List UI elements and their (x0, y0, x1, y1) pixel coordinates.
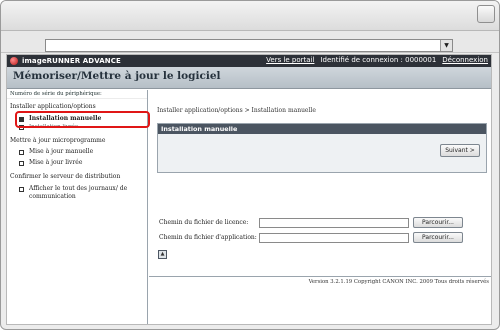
browser-window: ▼ imageRUNNER ADVANCE Vers le portail Id… (0, 0, 500, 330)
sidebar-item-label: Installation manuelle (29, 115, 102, 122)
next-button[interactable]: Suivant > (440, 144, 480, 157)
sidebar-section-distribution: Confirmer le serveur de distribution (10, 173, 121, 180)
device-serial-label: Numéro de série du périphérique: (7, 90, 147, 99)
app-path-label: Chemin du fichier d'application: (159, 234, 257, 241)
sidebar-item-delivered-install[interactable]: Installation livrée (7, 123, 147, 131)
breadcrumb: Installer application/options > Installa… (157, 107, 316, 114)
sidebar-item-delivered-update[interactable]: Mise à jour livrée (7, 159, 147, 167)
topbar-links: Vers le portail Identifié de connexion :… (266, 56, 488, 64)
sidebar-item-label: Mise à jour livrée (29, 159, 83, 166)
login-id: Identifié de connexion : 0000001 (320, 56, 437, 64)
square-bullet-icon (19, 149, 24, 155)
square-bullet-icon (19, 124, 24, 130)
back-to-top-icon[interactable]: ▲ (158, 250, 167, 259)
footer-copyright: Version 3.2.1.19 Copyright CANON INC. 20… (149, 276, 491, 285)
sidebar-item-manual-install[interactable]: Installation manuelle (7, 115, 147, 123)
page-title: Mémoriser/Mettre à jour le logiciel (13, 70, 221, 82)
square-bullet-icon (19, 160, 24, 166)
top-navigation-bar: imageRUNNER ADVANCE Vers le portail Iden… (7, 55, 491, 67)
sidebar-item-manual-update[interactable]: Mise à jour manuelle (7, 148, 147, 156)
license-browse-button[interactable]: Parcourir... (413, 217, 463, 228)
panel-title: Installation manuelle (158, 124, 486, 134)
app-browse-button[interactable]: Parcourir... (413, 232, 463, 243)
page-header: Mémoriser/Mettre à jour le logiciel (7, 67, 491, 89)
license-path-label: Chemin du fichier de licence: (159, 219, 249, 226)
sidebar-item-label: Afficher le tout des journaux/ de commun… (29, 185, 128, 200)
chevron-down-icon[interactable]: ▼ (440, 40, 452, 51)
main-content: Installer application/options > Installa… (149, 90, 491, 324)
app-path-input[interactable] (259, 232, 409, 243)
sidebar-section-firmware: Mettre à jour microprogramme (10, 137, 106, 144)
window-titlebar (1, 1, 499, 31)
sidebar: Numéro de série du périphérique: Install… (7, 90, 148, 324)
brand-name: imageRUNNER ADVANCE (22, 57, 121, 65)
manual-install-panel: Installation manuelle Suivant > (157, 123, 487, 173)
square-bullet-icon (19, 186, 24, 192)
remote-ui-app: imageRUNNER ADVANCE Vers le portail Iden… (6, 54, 492, 325)
sidebar-section-install: Installer application/options (10, 103, 96, 110)
sidebar-item-label: Installation livrée (29, 124, 79, 130)
app-path-row: Chemin du fichier d'application: Parcour… (159, 232, 463, 243)
logout-link[interactable]: Déconnexion (442, 56, 488, 64)
brand: imageRUNNER ADVANCE (10, 56, 121, 66)
license-path-row: Chemin du fichier de licence: Parcourir.… (159, 217, 463, 228)
sidebar-item-comm-logs[interactable]: Afficher le tout des journaux/ de commun… (7, 185, 147, 201)
close-window-button[interactable] (477, 5, 495, 23)
sidebar-item-label: Mise à jour manuelle (29, 148, 94, 155)
address-bar[interactable]: ▼ (45, 39, 453, 52)
canon-logo-icon (10, 57, 18, 65)
browser-toolbar: ▼ (1, 31, 499, 53)
license-path-input[interactable] (259, 217, 409, 228)
square-bullet-icon (19, 116, 24, 122)
portal-link[interactable]: Vers le portail (266, 56, 314, 64)
